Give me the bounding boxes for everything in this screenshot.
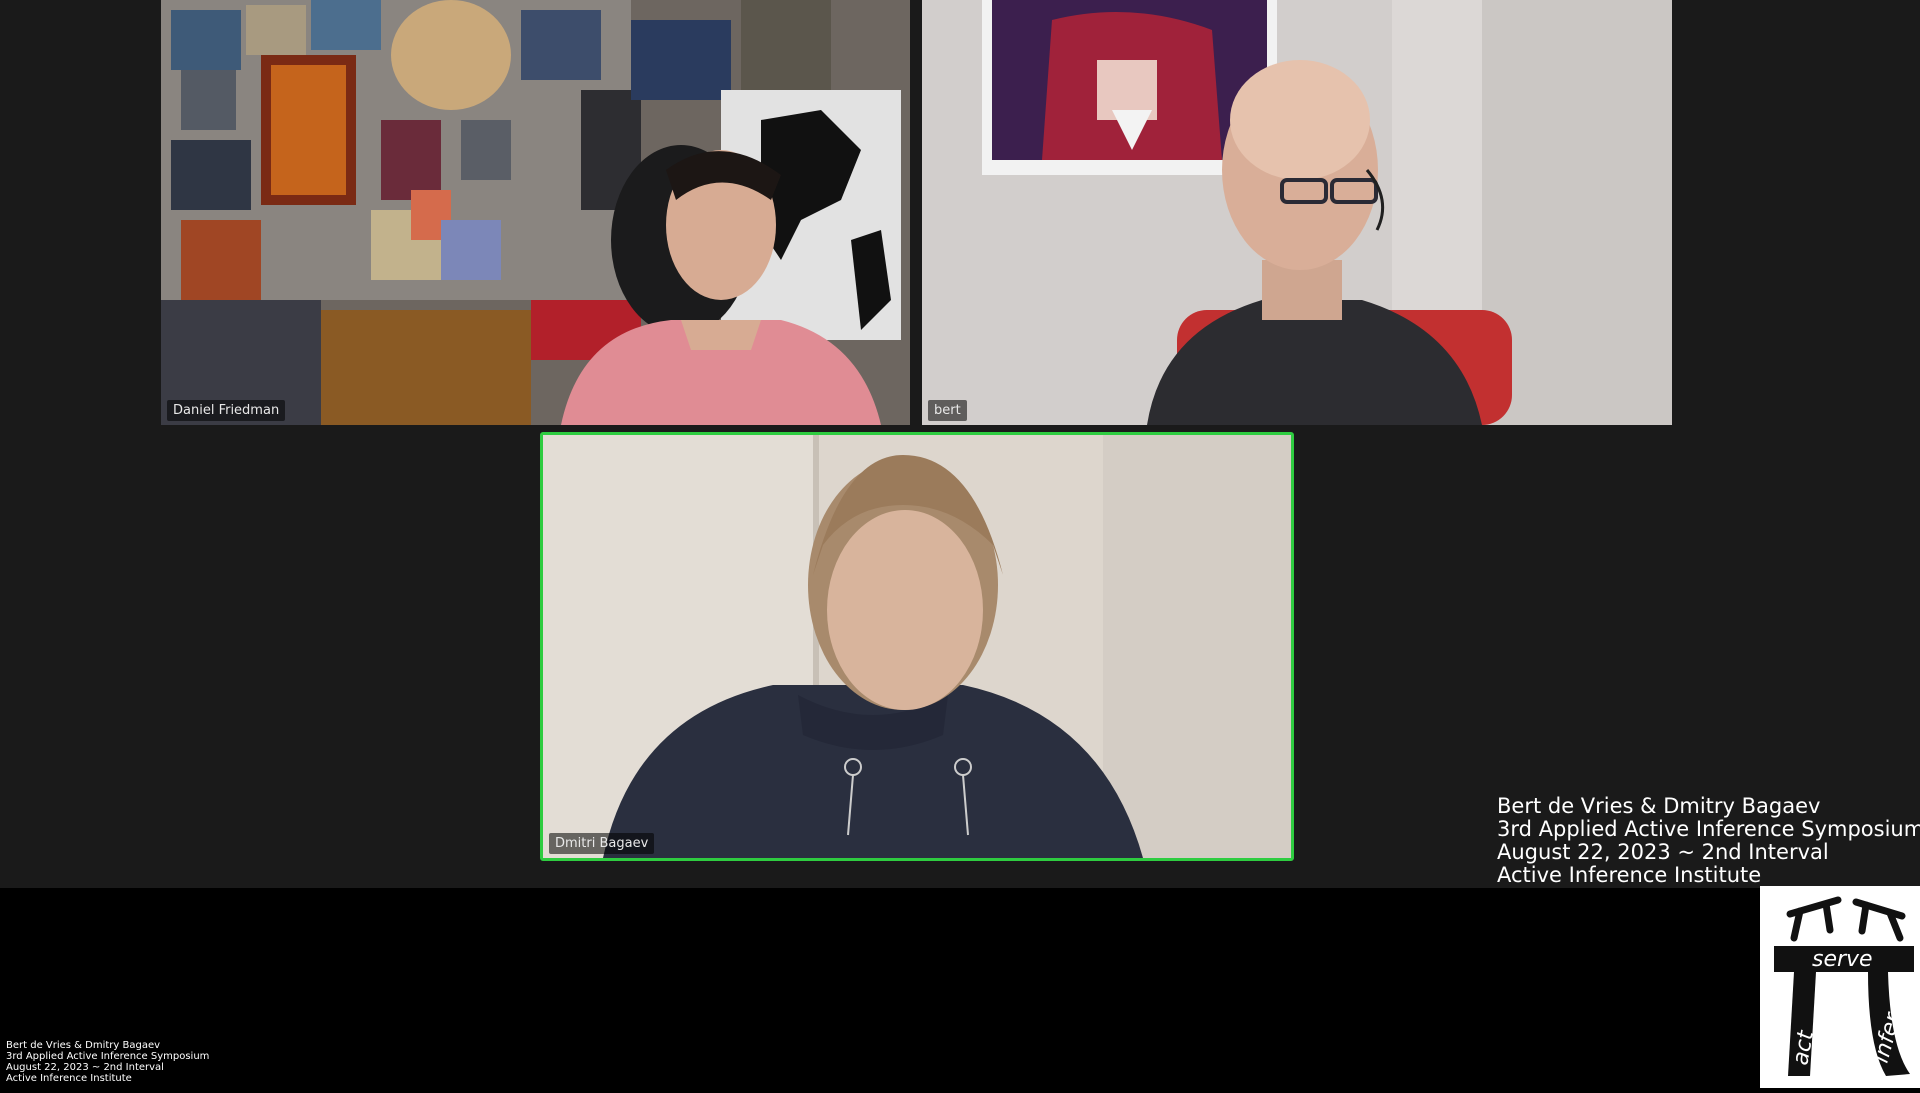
- video-tile-dmitri-bagaev-active-speaker[interactable]: Dmitri Bagaev: [540, 432, 1294, 861]
- logo-word-act: act: [1788, 1028, 1819, 1067]
- small-event-caption: Bert de Vries & Dmitry Bagaev 3rd Applie…: [6, 1040, 209, 1084]
- small-caption-event-title: 3rd Applied Active Inference Symposium: [6, 1051, 210, 1062]
- logo-graphic: serve act infer: [1774, 896, 1914, 1076]
- participant-name-label: Daniel Friedman: [167, 400, 286, 421]
- small-caption-organization: Active Inference Institute: [6, 1073, 132, 1084]
- logo-word-serve: serve: [1812, 947, 1873, 972]
- small-caption-speakers: Bert de Vries & Dmitry Bagaev: [6, 1040, 161, 1051]
- small-caption-date: August 22, 2023 ~ 2nd Interval: [6, 1062, 164, 1073]
- event-caption: Bert de Vries & Dmitry Bagaev 3rd Applie…: [1497, 795, 1920, 887]
- caption-organization: Active Inference Institute: [1497, 863, 1762, 887]
- video-feed-dmitri: [543, 435, 1291, 858]
- video-tile-daniel-friedman[interactable]: Daniel Friedman: [161, 0, 910, 425]
- video-tile-bert[interactable]: bert: [922, 0, 1672, 425]
- video-feed-daniel: [161, 0, 910, 425]
- caption-date: August 22, 2023 ~ 2nd Interval: [1497, 840, 1829, 864]
- caption-speakers: Bert de Vries & Dmitry Bagaev: [1497, 794, 1821, 818]
- participant-name-label: Dmitri Bagaev: [549, 833, 655, 854]
- caption-event-title: 3rd Applied Active Inference Symposium: [1497, 817, 1920, 841]
- pi-logo-icon: serve act infer: [1760, 886, 1920, 1088]
- video-feed-bert: [922, 0, 1672, 425]
- participant-name-label: bert: [928, 400, 967, 421]
- video-gallery: Daniel Friedman bert Dmitri Bagaev Bert …: [0, 0, 1920, 888]
